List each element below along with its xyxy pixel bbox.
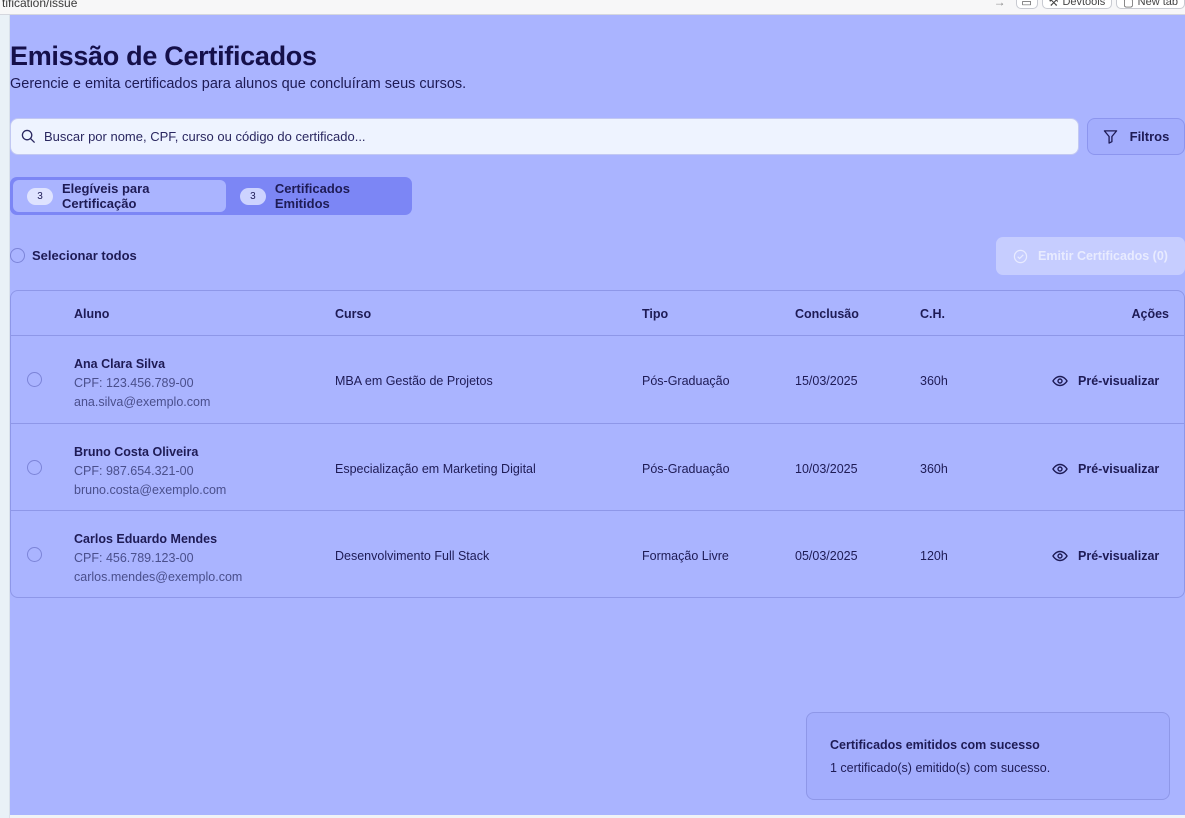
header-hours: C.H. — [920, 307, 945, 321]
tab-issued-label: Certificados Emitidos — [274, 181, 350, 211]
tab-eligible-label: Elegíveis para Certificação — [62, 181, 150, 211]
filter-icon — [1103, 130, 1117, 144]
select-all-checkbox[interactable] — [10, 248, 25, 263]
wrench-icon: ⚒ — [1048, 0, 1059, 9]
student-email: carlos.mendes@exemplo.com — [74, 570, 243, 584]
eye-icon — [1052, 550, 1068, 562]
preview-label: Pré-visualizar — [1078, 374, 1160, 388]
header-type: Tipo — [642, 307, 669, 321]
toast-message: 1 certificado(s) emitido(s) com sucesso. — [830, 761, 1051, 775]
table-row: Carlos Eduardo Mendes CPF: 456.789.123-0… — [11, 511, 1184, 599]
completion-date: 10/03/2025 — [795, 461, 858, 476]
search-box[interactable] — [10, 118, 1079, 155]
select-all-label: Selecionar todos — [32, 248, 137, 263]
completion-date: 15/03/2025 — [795, 374, 858, 388]
preview-label: Pré-visualizar — [1078, 461, 1160, 476]
filters-button[interactable]: Filtros — [1087, 118, 1185, 155]
student-info: Bruno Costa Oliveira CPF: 987.654.321-00… — [74, 443, 226, 500]
course-name: Desenvolvimento Full Stack — [335, 549, 490, 563]
left-edge-strip — [0, 15, 10, 818]
filters-label: Filtros — [1129, 129, 1170, 144]
success-toast[interactable]: Certificados emitidos com sucesso 1 cert… — [806, 712, 1170, 800]
student-email: bruno.costa@exemplo.com — [74, 482, 227, 497]
student-name: Bruno Costa Oliveira — [74, 444, 199, 459]
browser-toolbar: tification/issue → ▭ ⚒ Devtools ▢ New ta… — [0, 0, 1185, 15]
student-name: Ana Clara Silva — [74, 357, 166, 371]
tab-issued[interactable]: 3 Certificados Emitidos — [226, 180, 409, 212]
header-student: Aluno — [74, 307, 110, 321]
completion-date: 05/03/2025 — [795, 549, 858, 563]
page-title: Emissão de Certificados — [10, 41, 317, 71]
row-checkbox[interactable] — [27, 372, 42, 387]
course-type: Formação Livre — [642, 549, 729, 563]
header-completion: Conclusão — [795, 307, 859, 321]
emit-certificates-button[interactable]: Emitir Certificados (0) — [996, 237, 1185, 275]
check-circle-icon — [1013, 249, 1028, 263]
eye-icon — [1052, 463, 1068, 474]
row-checkbox[interactable] — [27, 547, 42, 562]
table-row: Bruno Costa Oliveira CPF: 987.654.321-00… — [11, 424, 1184, 511]
new-tab-label: New tab — [1137, 0, 1178, 8]
eye-icon — [1052, 375, 1068, 387]
course-hours: 120h — [920, 549, 948, 563]
students-table: Aluno Curso Tipo Conclusão C.H. Ações An… — [10, 290, 1185, 598]
forward-arrow-icon[interactable]: → — [994, 0, 1006, 9]
course-type: Pós-Graduação — [642, 374, 730, 388]
emit-certificates-label: Emitir Certificados (0) — [1038, 249, 1168, 263]
tab-issued-count: 3 — [239, 187, 266, 205]
header-actions: Ações — [1131, 307, 1169, 321]
student-cpf: CPF: 987.654.321-00 — [74, 463, 194, 478]
new-tab-icon: ▢ — [1123, 0, 1134, 9]
page-subtitle: Gerencie e emita certificados para aluno… — [10, 76, 467, 92]
toast-title: Certificados emitidos com sucesso — [830, 738, 1040, 752]
search-input[interactable] — [44, 129, 944, 144]
student-name: Carlos Eduardo Mendes — [74, 532, 218, 546]
browser-toolbar-actions: → ▭ ⚒ Devtools ▢ New tab — [994, 0, 1185, 9]
tab-eligible[interactable]: 3 Elegíveis para Certificação — [13, 180, 226, 212]
address-bar-url[interactable]: tification/issue — [2, 0, 77, 10]
student-cpf: CPF: 456.789.123-00 — [74, 551, 194, 565]
course-hours: 360h — [920, 374, 948, 388]
search-icon — [21, 129, 36, 144]
select-all[interactable]: Selecionar todos — [10, 248, 137, 263]
preview-label: Pré-visualizar — [1078, 549, 1160, 563]
course-name: MBA em Gestão de Projetos — [335, 374, 493, 388]
tab-eligible-count: 3 — [27, 187, 53, 205]
devtools-label: Devtools — [1062, 0, 1106, 8]
certificate-issue-page: Emissão de Certificados Gerencie e emita… — [10, 15, 1185, 815]
student-email: ana.silva@exemplo.com — [74, 395, 211, 409]
devtools-button[interactable]: ⚒ Devtools — [1041, 0, 1113, 9]
student-cpf: CPF: 123.456.789-00 — [74, 376, 194, 390]
new-tab-button[interactable]: ▢ New tab — [1116, 0, 1185, 9]
student-info: Ana Clara Silva CPF: 123.456.789-00 ana.… — [74, 355, 210, 412]
table-header: Aluno Curso Tipo Conclusão C.H. Ações — [11, 291, 1184, 336]
preview-button[interactable]: Pré-visualizar — [1052, 548, 1159, 564]
table-row: Ana Clara Silva CPF: 123.456.789-00 ana.… — [11, 336, 1184, 424]
course-hours: 360h — [920, 461, 948, 476]
course-name: Especialização em Marketing Digital — [335, 461, 536, 476]
header-course: Curso — [335, 307, 372, 321]
row-checkbox[interactable] — [27, 459, 42, 475]
student-info: Carlos Eduardo Mendes CPF: 456.789.123-0… — [74, 530, 242, 587]
preview-button[interactable]: Pré-visualizar — [1052, 461, 1159, 477]
course-type: Pós-Graduação — [642, 461, 730, 476]
preview-button[interactable]: Pré-visualizar — [1052, 373, 1159, 389]
screen-icon[interactable]: ▭ — [1015, 0, 1038, 9]
tabs: 3 Elegíveis para Certificação 3 Certific… — [10, 177, 412, 215]
